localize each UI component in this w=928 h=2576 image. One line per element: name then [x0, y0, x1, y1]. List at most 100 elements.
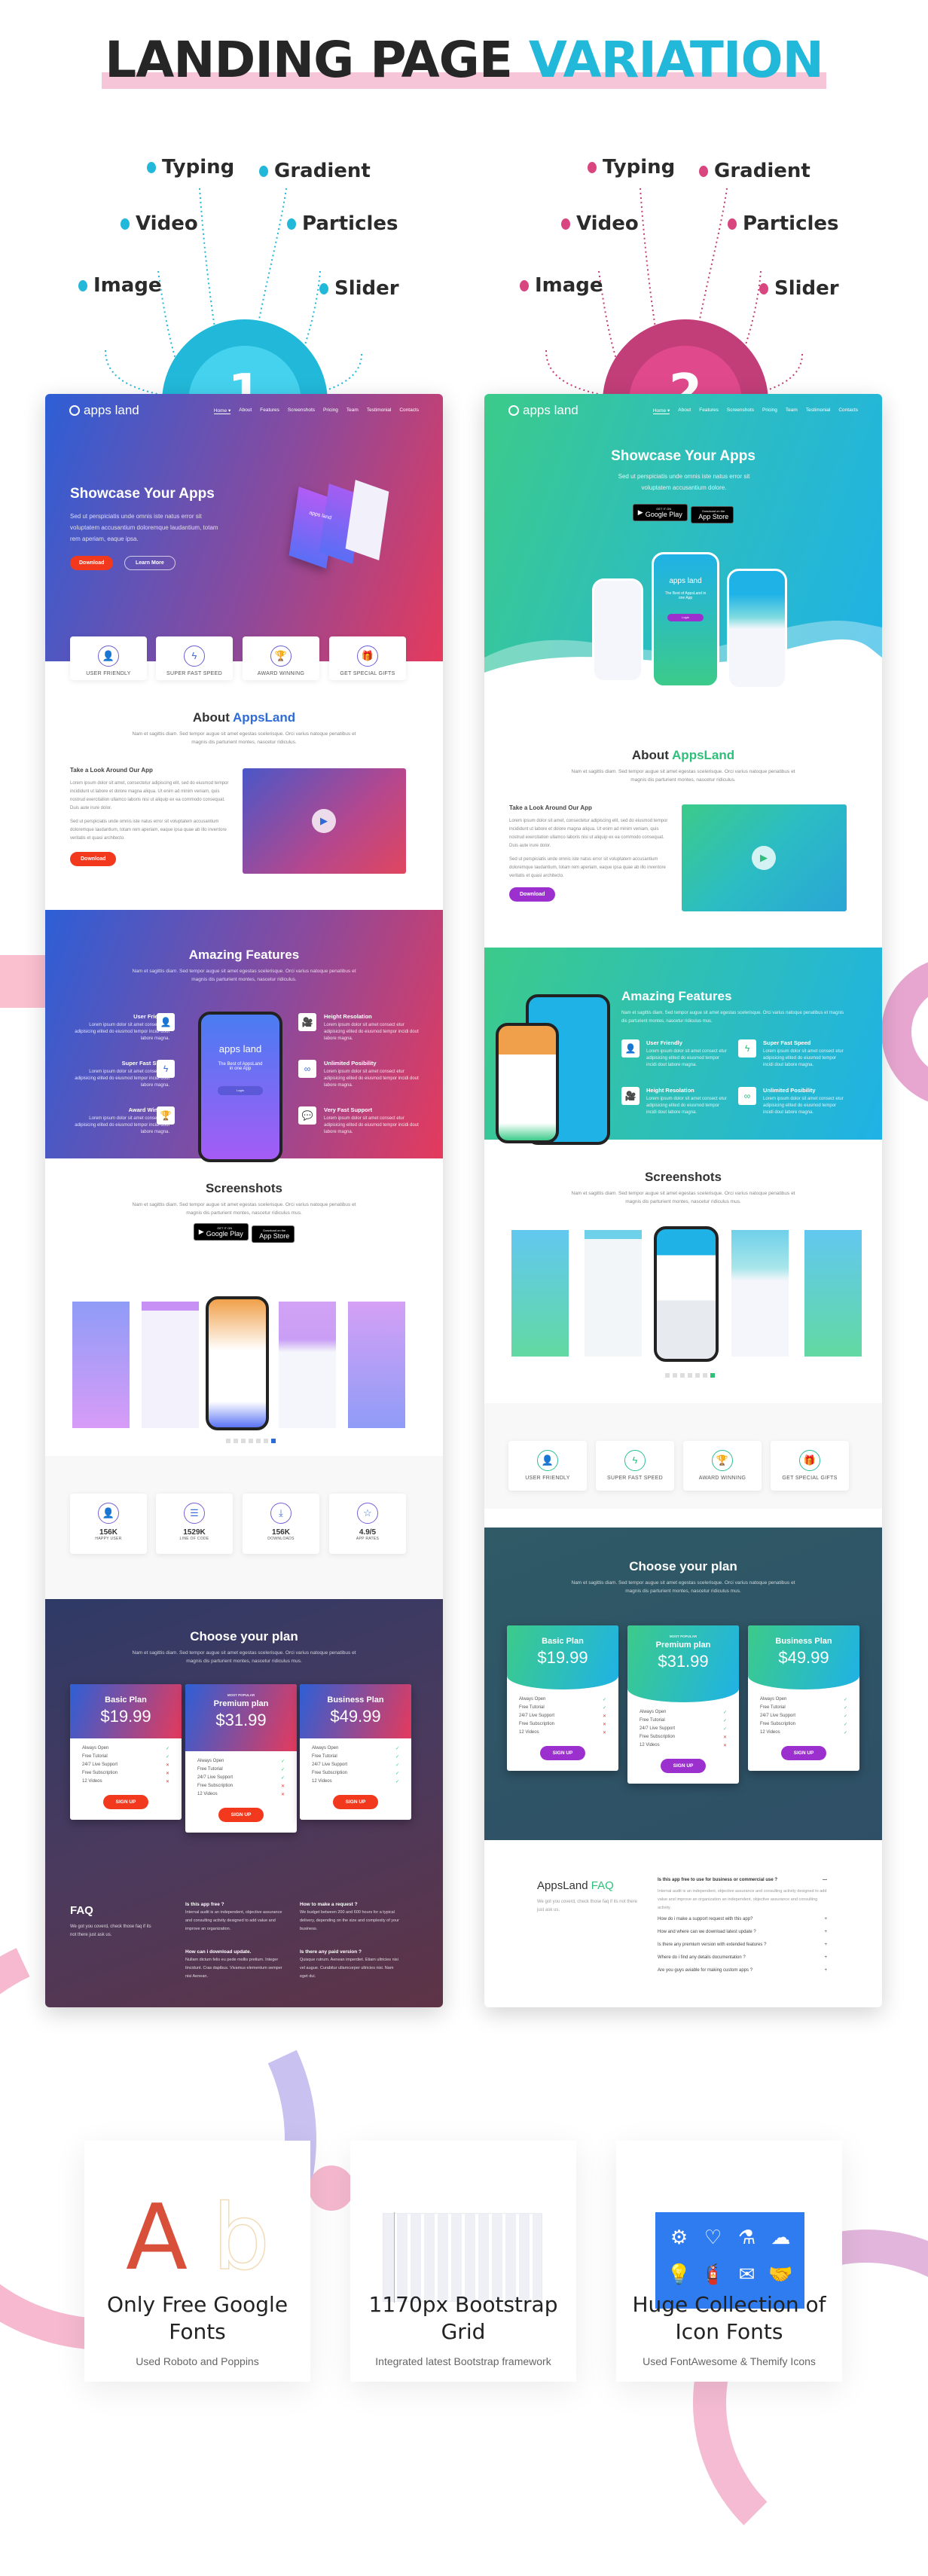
heart-icon: ♡ [704, 2226, 722, 2248]
card-subtitle: Used Roboto and Poppins [136, 2355, 259, 2367]
card-subtitle: Integrated latest Bootstrap framework [375, 2355, 551, 2367]
faq-item[interactable]: How and where can we download latest upd… [658, 1930, 827, 1943]
download-button[interactable]: Download [70, 852, 117, 866]
screenshot-slide [142, 1302, 199, 1428]
nav-team[interactable]: Team [346, 407, 359, 414]
sign-up-button[interactable]: SIGN UP [103, 1795, 148, 1809]
nav-about[interactable]: About [678, 407, 691, 414]
tag-image: Image [78, 274, 162, 297]
most-popular-badge: MOST POPULAR [227, 1693, 255, 1697]
pricing-card-business: Business Plan $49.99 Always Open ✓ Free Tut… [300, 1684, 411, 1820]
phone-mockup [496, 1023, 559, 1143]
gears-icon: ⚙ [670, 2226, 688, 2248]
sign-up-button[interactable]: SIGN UP [333, 1795, 378, 1809]
minus-icon: — [823, 1878, 827, 1882]
carousel-pagination[interactable] [665, 1373, 715, 1378]
highlight-card: 🏆 AWARD WINNING [683, 1441, 762, 1491]
highlight-card: ϟ SUPER FAST SPEED [156, 636, 233, 680]
hero-section: apps land Home ▾ About Features Screenshots… [45, 394, 443, 661]
phone-mockup [727, 569, 787, 689]
about-paragraph: Lorem ipsum dolor sit amet, consectetur … [70, 781, 229, 810]
google-play-button[interactable]: ▶ GET IT ON Google Play [632, 504, 688, 521]
about-paragraph: Sed ut perspiciatis unde omnis iste natu… [509, 857, 666, 878]
play-icon[interactable]: ▶ [752, 846, 776, 870]
nav-about[interactable]: About [239, 407, 252, 414]
screenshots-title: Screenshots [205, 1181, 283, 1195]
nav-features[interactable]: Features [260, 407, 279, 414]
nav-screenshots[interactable]: Screenshots [288, 407, 315, 414]
faq-item: How can i download update. Nullam dictum … [185, 1949, 282, 1979]
highlights-section: 👤 USER FRIENDLY ϟ SUPER FAST SPEED 🏆 AWARD … [484, 1403, 882, 1509]
pricing-subtitle: Nam et sagittis diam. Sed tempor augue s… [571, 1580, 795, 1594]
download-button[interactable]: Download [509, 887, 556, 902]
app-store-button[interactable]: Download on the App Store [252, 1225, 295, 1243]
most-popular-badge: MOST POPULAR [669, 1634, 698, 1638]
learn-more-button[interactable]: Learn More [124, 556, 176, 570]
google-play-button[interactable]: ▶ GET IT ON Google Play [193, 1223, 249, 1241]
decor-arc-right [881, 957, 928, 1107]
nav-testimonial[interactable]: Testimonial [367, 407, 392, 414]
tag-gradient: Gradient [259, 160, 371, 182]
nav-pricing[interactable]: Pricing [762, 407, 777, 414]
lightning-icon: ϟ [738, 1039, 756, 1058]
faq-item[interactable]: Are you guys aviable for making custom a… [658, 1968, 827, 1981]
hero-section: apps land Home ▾ About Features Screenshots… [484, 394, 882, 689]
mockup-variation-1: apps land Home ▾ About Features Screenshots… [45, 394, 443, 2007]
font-sample-b: b [212, 2186, 270, 2291]
play-icon[interactable]: ▶ [312, 809, 336, 833]
trophy-icon: 🏆 [270, 646, 292, 667]
fire-extinguisher-icon: 🧯 [701, 2263, 725, 2285]
nav-links: Home ▾ About Features Screenshots Pricing Tea… [652, 407, 858, 414]
faq-answer: Internal audit is an independent, object… [658, 1889, 827, 1910]
video-thumbnail[interactable]: ▶ [682, 804, 847, 911]
sign-up-button[interactable]: SIGN UP [781, 1746, 826, 1760]
nav-contacts[interactable]: Contacts [399, 407, 419, 414]
nav-links: Home ▾ About Features Screenshots Pricing Tea… [213, 407, 419, 414]
carousel-pagination[interactable] [226, 1439, 276, 1443]
logo-icon [69, 405, 80, 416]
pricing-card-business: Business Plan $49.99 Always Open ✓ Free Tut… [748, 1625, 859, 1771]
nav-contacts[interactable]: Contacts [838, 407, 858, 414]
faq-item[interactable]: Where do i find any details documentatio… [658, 1955, 827, 1968]
phone-mockup [592, 578, 643, 682]
bullet-dot [78, 279, 87, 291]
feature-item: User Friendly Lorem ipsum dolor sit amet … [646, 1039, 727, 1067]
nav-features[interactable]: Features [699, 407, 719, 414]
faq-item[interactable]: How do i make a support request with thi… [658, 1917, 827, 1930]
nav-team[interactable]: Team [786, 407, 798, 414]
logo[interactable]: apps land [69, 403, 139, 418]
faq-item[interactable]: Is there any premium version with extend… [658, 1943, 827, 1955]
faq-title: AppsLand FAQ [537, 1879, 614, 1892]
logo[interactable]: apps land [508, 403, 578, 418]
nav-home[interactable]: Home ▾ [213, 407, 231, 414]
download-button[interactable]: Download [70, 556, 114, 570]
about-heading: Take a Look Around Our App [70, 767, 153, 774]
nav-screenshots[interactable]: Screenshots [727, 407, 754, 414]
stats-section: 👤 156K HAPPY USER ☰ 1529K LINE OF CODE ⤓ 156K… [45, 1456, 443, 1599]
cloud-download-icon: ☁ [771, 2226, 791, 2248]
nav-pricing[interactable]: Pricing [323, 407, 338, 414]
phone-mockup: apps land The Best of AppsLand in one Ap… [198, 1012, 282, 1162]
app-store-button[interactable]: Download on the App Store [691, 505, 734, 523]
nav-testimonial[interactable]: Testimonial [806, 407, 831, 414]
user-icon: 👤 [157, 1013, 175, 1031]
about-paragraph: Sed ut perspiciatis unde omnis iste natu… [70, 819, 227, 841]
sign-up-button[interactable]: SIGN UP [661, 1759, 706, 1773]
sign-up-button[interactable]: SIGN UP [218, 1808, 264, 1822]
font-sample-a: A [126, 2186, 188, 2291]
sign-up-button[interactable]: SIGN UP [540, 1746, 585, 1760]
about-title: About AppsLand [631, 748, 735, 762]
video-thumbnail[interactable]: ▶ [243, 768, 406, 874]
nav-home[interactable]: Home ▾ [652, 407, 670, 414]
about-subtitle: Nam et sagittis diam. Sed tempor augue s… [571, 769, 795, 783]
screenshot-slide [804, 1230, 862, 1357]
infinity-icon: ∞ [738, 1087, 756, 1105]
features-subtitle: Nam et sagittis diam. Sed tempor augue s… [132, 969, 356, 982]
feature-card-icons: ⚙ ♡ ⚗ ☁ 💡 🧯 ✉ 🤝 Huge Collection of Icon … [616, 2141, 842, 2382]
title-accent: VARIATION [528, 31, 824, 89]
feature-item: Unlimited Posibility Lorem ipsum dolor si… [324, 1060, 419, 1088]
features-section: Amazing Features Nam et sagittis diam. S… [45, 910, 443, 1162]
faq-item-open[interactable]: Is this app free to use for business or … [658, 1878, 827, 1888]
feature-item: User Friendly Lorem ipsum dolor sit amet … [75, 1013, 169, 1041]
tag-slider: Slider [759, 277, 839, 300]
